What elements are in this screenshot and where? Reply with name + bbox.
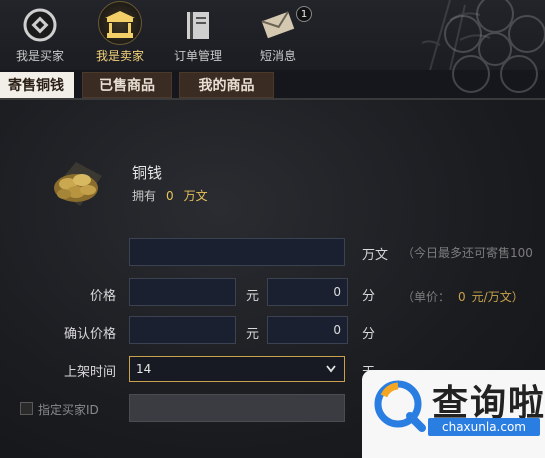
tab-consign-copper[interactable]: 寄售铜钱 [0,72,74,98]
price-yuan-unit: 元 [246,289,260,304]
owned-label: 拥有 [132,189,157,203]
duration-select[interactable]: 14 [129,356,345,382]
chevron-down-icon [326,365,336,373]
unread-count-badge: 1 [296,6,312,22]
item-name: 铜钱 [132,164,163,182]
price-fen-input[interactable]: 0 [267,278,348,306]
order-book-icon [187,12,209,39]
owned-amount: 拥有 0 万文 [132,187,208,204]
unit-price-hint: （单价： 0 元/万文） [402,288,524,305]
owned-value: 0 [166,189,174,203]
unit-price-value: 0 [458,290,466,304]
buyer-coin-icon [23,8,57,42]
nav-item-buyer[interactable]: 我是买家 [0,0,80,66]
nav-item-orders[interactable]: 订单管理 [158,0,238,66]
amount-input[interactable] [129,238,345,266]
duration-label: 上架时间 [63,365,116,380]
buyer-id-input[interactable] [129,394,345,422]
seller-stall-icon [105,11,135,38]
duration-value: 14 [136,362,152,376]
confirm-price-label: 确认价格 [63,327,116,342]
amount-unit-label: 万文 [362,248,389,263]
nav-item-seller[interactable]: 我是卖家 [80,0,160,66]
specify-buyer-label: 指定买家ID [38,403,99,417]
nav-item-messages[interactable]: 短消息 1 [238,0,318,66]
confirm-yuan-unit: 元 [246,327,260,342]
unit-price-unit: 元/万文） [471,290,524,304]
owned-unit: 万文 [183,189,208,203]
unit-price-label: （单价： [402,290,451,304]
magnifier-logo-icon [374,380,426,432]
price-label: 价格 [89,289,116,304]
price-fen-unit: 分 [362,289,376,304]
daily-limit-hint: （今日最多还可寄售100 [402,246,533,260]
specify-buyer-checkbox[interactable] [20,402,33,415]
envelope-icon [261,11,295,39]
tab-my-items[interactable]: 我的商品 [179,72,274,98]
nav-item-label: 我是买家 [15,49,64,63]
nav-item-label: 短消息 [259,49,296,63]
top-nav-bar: 我是买家 我是卖家 订单管理 短消息 1 [0,0,545,93]
watermark: 查询啦 chaxunla.com [362,370,545,458]
price-yuan-input[interactable] [129,278,236,306]
confirm-yuan-input[interactable] [129,316,236,344]
tab-sold-items[interactable]: 已售商品 [82,72,172,98]
sub-tab-bar: 寄售铜钱 已售商品 我的商品 [0,72,545,98]
confirm-fen-input[interactable]: 0 [267,316,348,344]
copper-coin-pile-icon [54,162,102,206]
watermark-url: chaxunla.com [428,418,540,436]
confirm-fen-unit: 分 [362,327,376,342]
nav-item-label: 订单管理 [173,49,222,63]
nav-item-label: 我是卖家 [95,49,144,63]
